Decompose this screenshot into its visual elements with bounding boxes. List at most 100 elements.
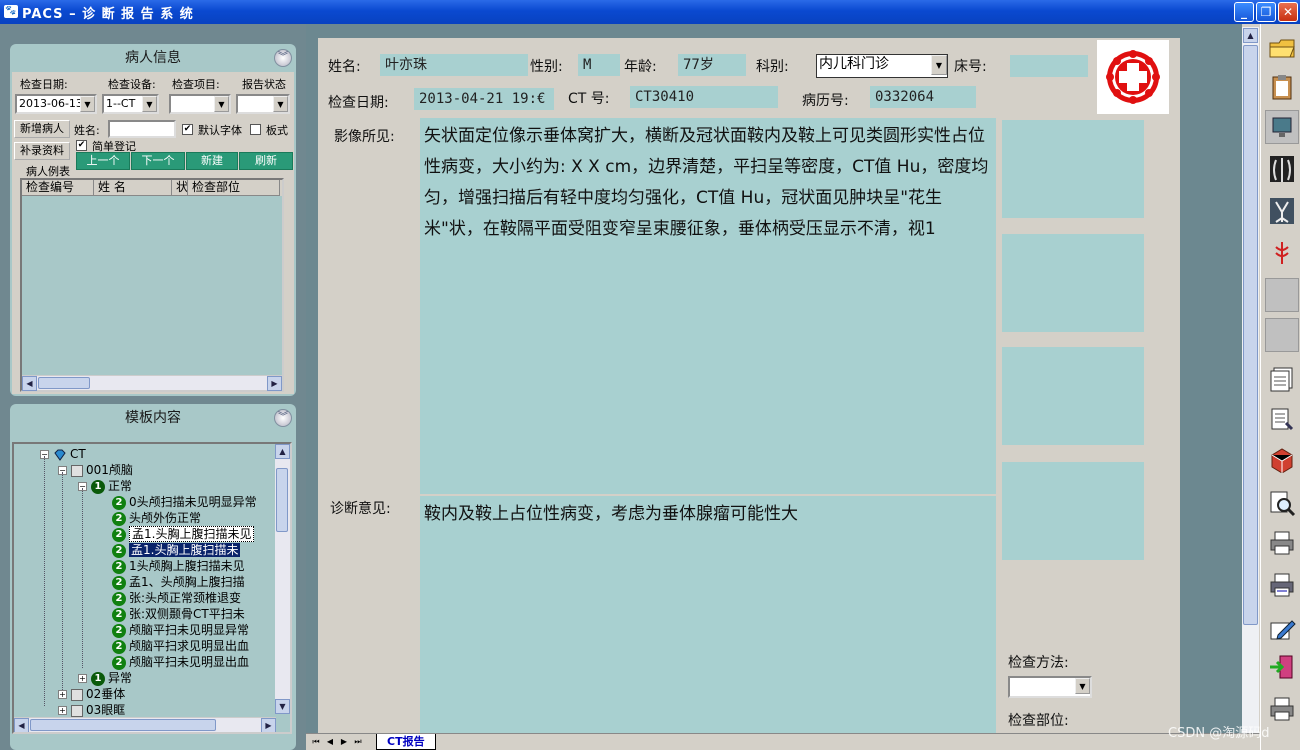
expand-toggle-icon[interactable]: + [78, 674, 87, 683]
minimize-button[interactable]: _ [1234, 2, 1254, 22]
tree-node[interactable]: +02垂体 [58, 686, 125, 702]
blank-tool-icon[interactable] [1265, 278, 1299, 312]
xray-chest-icon[interactable] [1265, 152, 1299, 186]
scroll-up-icon[interactable]: ▲ [275, 444, 290, 459]
documents-stack-icon[interactable] [1265, 362, 1299, 396]
scroll-up-icon[interactable]: ▲ [1243, 28, 1258, 43]
tree-node[interactable]: 2 张:头颅正常颈椎退变 [112, 590, 241, 606]
expand-toggle-icon[interactable]: + [58, 706, 67, 715]
restore-button[interactable]: ❐ [1256, 2, 1276, 22]
tree-node[interactable]: 2 颅脑平扫未见明显出血 [112, 654, 249, 670]
package-icon[interactable] [1265, 442, 1299, 476]
patient-list[interactable]: 检查编号 姓 名 状 检查部位 ◀ ▶ [20, 178, 284, 392]
scroll-left-icon[interactable]: ◀ [22, 376, 37, 391]
prev-button[interactable]: 上一个 [76, 152, 130, 170]
tree-node[interactable]: −1 正常 [78, 478, 132, 494]
column-header[interactable]: 检查部位 [188, 180, 280, 196]
image-slot[interactable] [1002, 120, 1144, 218]
tree-node[interactable]: 2 0头颅扫描未见明显异常 [112, 494, 257, 510]
edit-pen-icon[interactable] [1265, 612, 1299, 646]
ct-number-field[interactable]: CT30410 [630, 86, 778, 108]
tree-node[interactable]: 2 头颅外伤正常 [112, 510, 201, 526]
tree-node[interactable]: 2 孟1.头胸上腹扫描未 [112, 542, 241, 558]
blank-tool-icon[interactable] [1265, 318, 1299, 352]
next-tab-icon[interactable]: ▶ [338, 736, 350, 748]
monitor-icon[interactable] [1265, 110, 1299, 144]
name-input[interactable] [108, 120, 176, 138]
tree-node[interactable]: 2 孟1.头胸上腹扫描未见 [112, 526, 255, 542]
bed-field[interactable] [1010, 55, 1088, 77]
image-slot[interactable] [1002, 462, 1144, 560]
tree-node[interactable]: 2 1头颅胸上腹扫描未见 [112, 558, 245, 574]
simple-register-checkbox[interactable]: ✔ [76, 140, 87, 151]
collapse-template-panel-icon[interactable]: ︾ [274, 409, 292, 427]
search-document-icon[interactable] [1265, 486, 1299, 520]
record-number-field[interactable]: 0332064 [870, 86, 976, 108]
tree-node[interactable]: 2 张:双侧颞骨CT平扫未 [112, 606, 245, 622]
printer-icon[interactable] [1265, 692, 1299, 726]
close-button[interactable]: ✕ [1278, 2, 1298, 22]
exam-date-field[interactable]: 2013-04-21 19:€ [414, 88, 554, 110]
tree-node[interactable]: 2 颅脑平扫未见明显异常 [112, 622, 249, 638]
diagnosis-textarea[interactable]: 鞍内及鞍上占位性病变，考虑为垂体腺瘤可能性大 [420, 496, 996, 736]
column-header[interactable]: 姓 名 [94, 180, 172, 196]
medical-symbol-icon[interactable] [1265, 236, 1299, 270]
scroll-right-icon[interactable]: ▶ [261, 718, 276, 732]
image-slot[interactable] [1002, 234, 1144, 332]
refresh-button[interactable]: 刷新 [239, 152, 293, 170]
column-header[interactable]: 状 [172, 180, 188, 196]
device-select[interactable]: 1--CT ▼ [102, 94, 159, 114]
scroll-down-icon[interactable]: ▼ [275, 699, 290, 714]
prev-tab-icon[interactable]: ◀ [324, 736, 336, 748]
last-tab-icon[interactable]: ⏭ [352, 736, 364, 748]
new-patient-button[interactable]: 新增病人 [14, 120, 70, 138]
findings-textarea[interactable]: 矢状面定位像示垂体窝扩大，横断及冠状面鞍内及鞍上可见类圆形实性占位性病变，大小约… [420, 118, 996, 494]
print-preview-icon[interactable] [1265, 568, 1299, 602]
template-tree[interactable]: ▲ ▼ ◀ ▶ − CT −001颅脑 −1 正常 2 0头颅扫描未见明显异常 2 头颅外伤正常… [12, 442, 292, 734]
scroll-thumb[interactable] [38, 377, 90, 389]
new-button[interactable]: 新建 [186, 152, 238, 170]
first-tab-icon[interactable]: ⏮ [310, 736, 322, 748]
scroll-left-icon[interactable]: ◀ [14, 718, 29, 732]
next-button[interactable]: 下一个 [131, 152, 185, 170]
printer-icon[interactable] [1265, 526, 1299, 560]
name-field[interactable]: 叶亦珠 [380, 54, 528, 76]
dept-select[interactable]: 内儿科门诊 ▼ [816, 54, 948, 78]
level-one-icon: 1 [91, 479, 105, 494]
column-header[interactable]: 检查编号 [22, 180, 94, 196]
default-font-checkbox[interactable]: ✔ [182, 124, 193, 135]
chevron-down-icon: ▼ [273, 96, 288, 112]
tree-node[interactable]: 2 颅脑平扫求见明显出血 [112, 638, 249, 654]
main-vscroll[interactable]: ▲ [1242, 27, 1259, 736]
tree-node[interactable]: −001颅脑 [58, 462, 133, 478]
tree-node[interactable]: 2 孟1、头颅胸上腹扫描 [112, 574, 245, 590]
expand-toggle-icon[interactable]: + [58, 690, 67, 699]
scroll-thumb[interactable] [276, 468, 288, 532]
exam-date-select[interactable]: 2013-06-13 ▼ [15, 94, 97, 114]
exam-item-select[interactable]: ▼ [169, 94, 231, 114]
collapse-patient-panel-icon[interactable]: ︾ [274, 49, 292, 67]
template-panel-title: 模板内容 [125, 410, 181, 426]
scroll-thumb[interactable] [1243, 45, 1258, 625]
template-tree-hscroll[interactable]: ◀ ▶ [14, 717, 276, 732]
exit-door-icon[interactable] [1265, 650, 1299, 684]
age-field[interactable]: 77岁 [678, 54, 746, 76]
clipboard-icon[interactable] [1265, 70, 1299, 104]
method-select[interactable]: ▼ [1008, 676, 1092, 698]
tree-node[interactable]: − CT [40, 446, 86, 462]
tab-ct-report[interactable]: CT报告 [376, 734, 436, 750]
gender-field[interactable]: M [578, 54, 620, 76]
image-slot[interactable] [1002, 347, 1144, 445]
document-copy-icon[interactable] [1265, 402, 1299, 436]
xray-skeleton-icon[interactable] [1265, 194, 1299, 228]
tree-node[interactable]: +03眼眶 [58, 702, 125, 718]
scroll-thumb[interactable] [30, 719, 216, 731]
scroll-right-icon[interactable]: ▶ [267, 376, 282, 391]
template-checkbox[interactable] [250, 124, 261, 135]
patient-list-hscroll[interactable]: ◀ ▶ [22, 375, 282, 391]
supplement-button[interactable]: 补录资料 [14, 142, 70, 160]
open-folder-icon[interactable] [1265, 30, 1299, 64]
report-status-select[interactable]: ▼ [236, 94, 290, 114]
template-tree-vscroll[interactable]: ▲ ▼ [275, 444, 290, 714]
tree-node[interactable]: +1 异常 [78, 670, 132, 686]
